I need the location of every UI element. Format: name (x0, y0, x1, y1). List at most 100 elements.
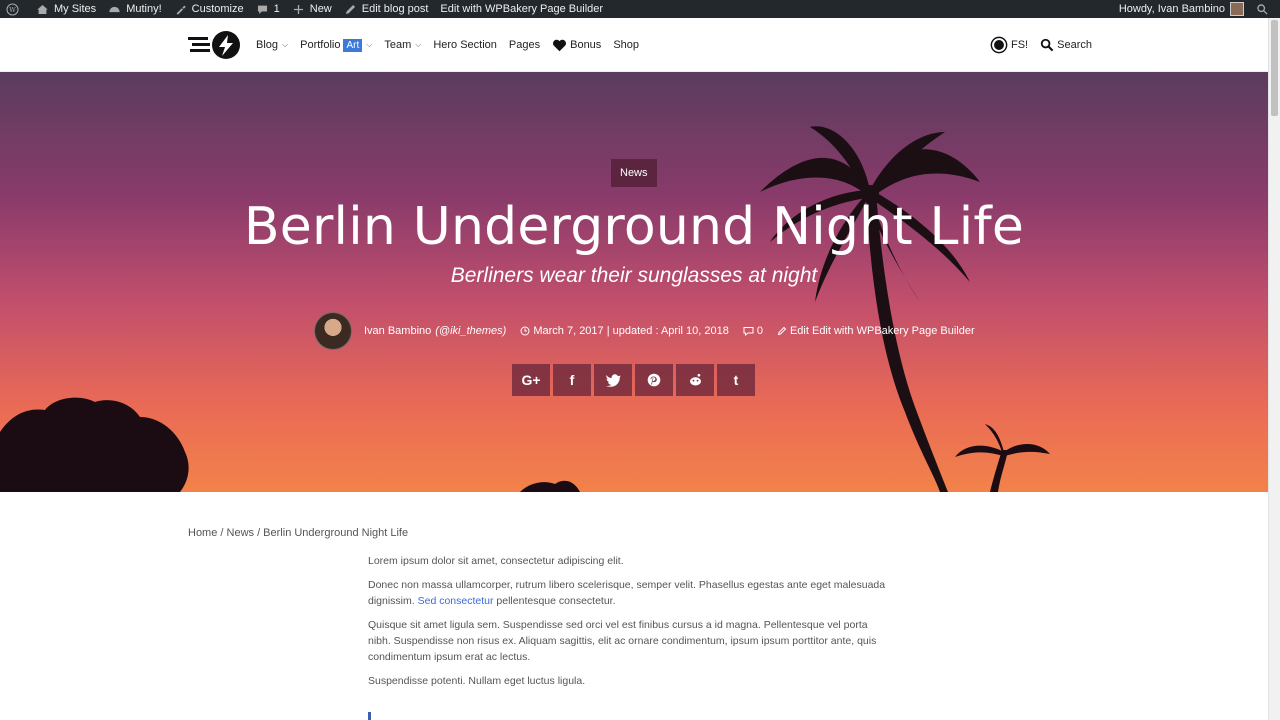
new-label: New (309, 3, 332, 15)
author-name[interactable]: Ivan Bambino (364, 325, 431, 337)
page-scrollbar[interactable] (1268, 18, 1280, 720)
site-name-menu[interactable]: Mutiny! (102, 0, 167, 18)
new-content-menu[interactable]: New (286, 0, 338, 18)
howdy-label: Howdy, Ivan Bambino (1118, 3, 1225, 15)
nav-shop[interactable]: Shop (613, 39, 639, 51)
wp-admin-bar: W My Sites Mutiny! Customize 1 New Edit … (0, 0, 1280, 18)
paragraph-2-text-b: pellentesque consectetur. (493, 595, 616, 607)
site-name-label: Mutiny! (126, 3, 162, 15)
nav-hero-section-label: Hero Section (433, 39, 497, 51)
pencil-icon (345, 4, 355, 14)
fullscreen-toggle[interactable]: FS! (990, 36, 1028, 54)
post-dates-text: March 7, 2017 | updated : April 10, 2018 (533, 325, 729, 337)
header-tools: FS! Search (990, 18, 1104, 72)
edit-post-text: Edit Edit with WPBakery Page Builder (789, 325, 975, 337)
nav-bonus-label: Bonus (570, 39, 602, 51)
share-buttons: G+ f t (512, 364, 758, 396)
heart-icon (553, 39, 567, 51)
search-label: Search (1057, 39, 1092, 51)
fs-label: FS! (1011, 39, 1029, 51)
art-badge: Art (343, 38, 363, 52)
inline-link[interactable]: Sed consectetur (418, 595, 494, 607)
customize-label: Customize (191, 3, 244, 15)
pinterest-icon (647, 373, 661, 387)
comments-count: 1 (273, 3, 280, 15)
share-tumblr-button[interactable]: t (717, 364, 755, 396)
svg-text:W: W (9, 6, 16, 14)
post-title: Berlin Underground Night Life (243, 197, 1025, 257)
wpbakery-menu[interactable]: Edit with WPBakery Page Builder (434, 0, 609, 18)
brush-icon (176, 5, 186, 15)
nav-portfolio-label: Portfolio (300, 39, 341, 51)
main-navigation: Blog ⌵ Portfolio Art ⌵ Team ⌵ Hero Secti… (256, 18, 651, 72)
admin-bar-right: Howdy, Ivan Bambino (1113, 0, 1280, 18)
chevron-down-icon: ⌵ (282, 40, 289, 49)
breadcrumb-text[interactable]: Home / News / Berlin Underground Night L… (188, 527, 408, 539)
share-reddit-button[interactable] (676, 364, 714, 396)
search-icon (1257, 3, 1268, 15)
author-handle[interactable]: (@iki_themes) (435, 325, 506, 337)
category-badge[interactable]: News (611, 159, 657, 187)
dashboard-icon (109, 6, 120, 12)
nav-team-label: Team (384, 39, 412, 51)
post-hero: News Berlin Underground Night Life Berli… (0, 72, 1268, 492)
wordpress-icon: W (6, 2, 19, 16)
header-search-button[interactable]: Search (1040, 38, 1092, 52)
search-icon (1040, 38, 1054, 52)
paragraph-3: Quisque sit amet ligula sem. Suspendisse… (368, 619, 877, 663)
nav-bonus[interactable]: Bonus (552, 39, 601, 52)
nav-portfolio[interactable]: Portfolio Art ⌵ (300, 38, 373, 52)
pencil-icon (777, 326, 787, 336)
share-google-plus-button[interactable]: G+ (512, 364, 550, 396)
wpbakery-label: Edit with WPBakery Page Builder (440, 3, 604, 15)
paragraph-1: Lorem ipsum dolor sit amet, consectetur … (368, 555, 624, 567)
wordpress-menu[interactable]: W (0, 0, 30, 18)
share-twitter-button[interactable] (594, 364, 632, 396)
facebook-icon: f (569, 372, 575, 388)
google-plus-icon: G+ (521, 372, 541, 388)
paragraph-2: Donec non massa ullamcorper, rutrum libe… (368, 577, 888, 609)
site-header: Blog ⌵ Portfolio Art ⌵ Team ⌵ Hero Secti… (0, 18, 1268, 72)
record-icon (990, 36, 1008, 54)
post-date: March 7, 2017 | updated : April 10, 2018 (520, 325, 729, 337)
nav-shop-label: Shop (613, 39, 640, 51)
author-avatar[interactable] (314, 312, 352, 350)
nav-blog[interactable]: Blog ⌵ (256, 39, 288, 51)
plus-icon (293, 4, 303, 14)
paragraph-4: Suspendisse potenti. Nullam eget luctus … (368, 675, 586, 687)
edit-post-menu[interactable]: Edit blog post (338, 0, 435, 18)
twitter-icon (605, 373, 620, 387)
tumblr-icon: t (733, 372, 739, 388)
blockquote-bar (368, 712, 371, 720)
share-pinterest-button[interactable] (635, 364, 673, 396)
post-meta: Ivan Bambino (@iki_themes) March 7, 2017… (314, 312, 989, 350)
admin-avatar (1230, 2, 1244, 16)
my-sites-label: My Sites (54, 3, 97, 15)
nav-pages-label: Pages (508, 39, 541, 51)
edit-post-label: Edit blog post (361, 3, 429, 15)
customize-menu[interactable]: Customize (168, 0, 250, 18)
chevron-down-icon: ⌵ (415, 40, 422, 49)
account-menu[interactable]: Howdy, Ivan Bambino (1113, 0, 1250, 18)
edit-post-link[interactable]: Edit Edit with WPBakery Page Builder (777, 325, 975, 337)
article-content: Lorem ipsum dolor sit amet, consectetur … (368, 553, 888, 697)
site-logo[interactable] (188, 30, 242, 60)
comment-icon (743, 327, 754, 336)
scrollbar-thumb[interactable] (1271, 20, 1278, 116)
breadcrumb: Home / News / Berlin Underground Night L… (188, 527, 408, 539)
comments-link[interactable]: 0 (743, 325, 763, 337)
post-subtitle: Berliners wear their sunglasses at night (450, 264, 818, 287)
nav-hero-section[interactable]: Hero Section (433, 39, 497, 51)
nav-team[interactable]: Team ⌵ (384, 39, 421, 51)
my-sites-menu[interactable]: My Sites (30, 0, 102, 18)
home-icon (37, 4, 48, 14)
comment-icon (257, 5, 267, 14)
chevron-down-icon: ⌵ (366, 40, 373, 49)
admin-search[interactable] (1250, 0, 1280, 18)
comments-menu[interactable]: 1 (250, 0, 286, 18)
share-facebook-button[interactable]: f (553, 364, 591, 396)
reddit-icon (689, 373, 701, 386)
clock-icon (520, 326, 530, 336)
nav-pages[interactable]: Pages (509, 39, 540, 51)
nav-blog-label: Blog (256, 39, 279, 51)
